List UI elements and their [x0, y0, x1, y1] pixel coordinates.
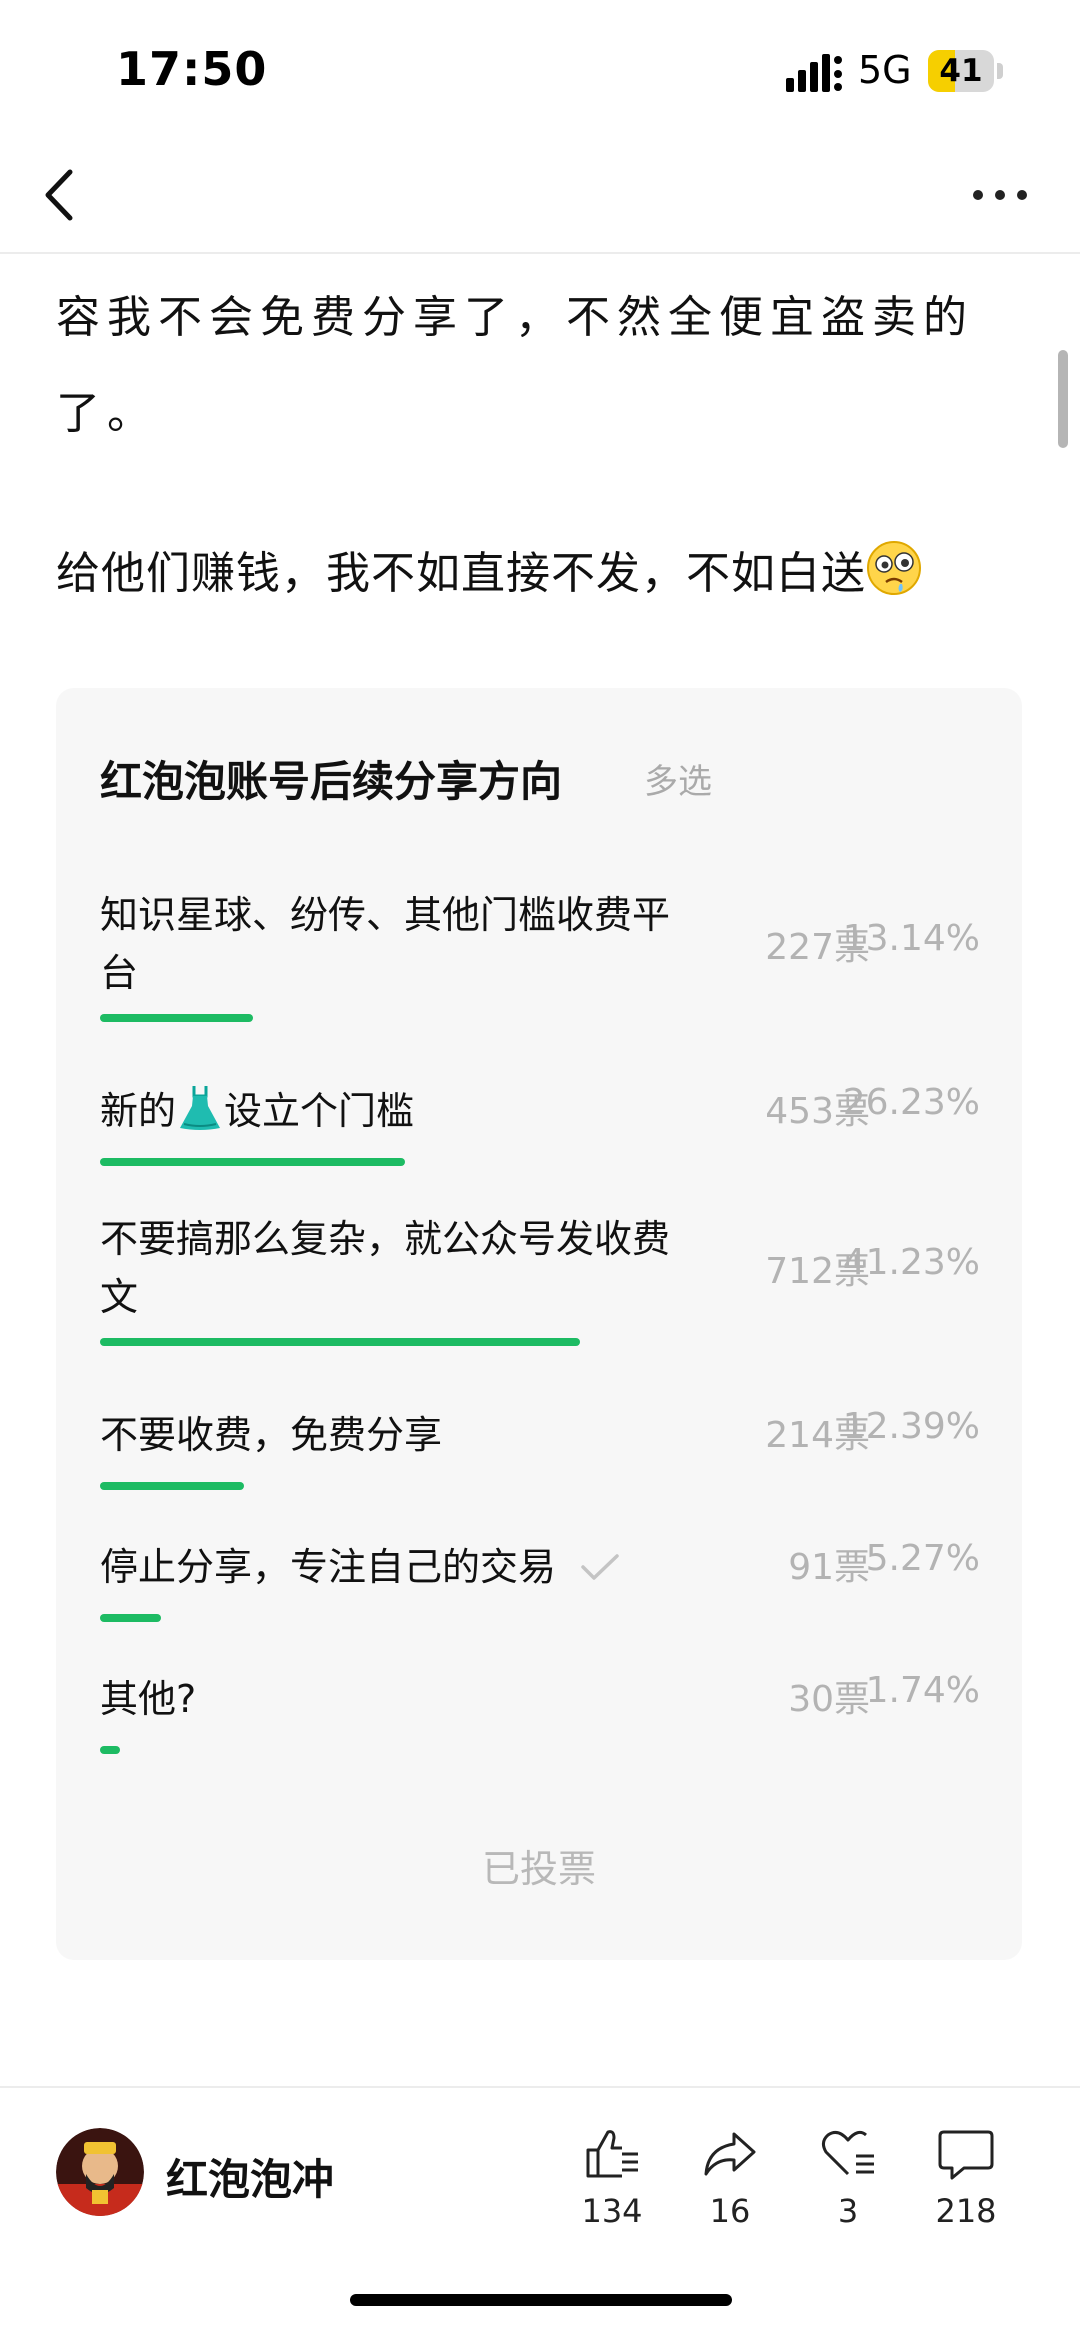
home-indicator[interactable] — [350, 2294, 732, 2306]
poll-option[interactable]: 不要收费，免费分享 214票 12.39% — [100, 1406, 980, 1490]
poll-option-label: 停止分享，专注自己的交易 — [100, 1538, 690, 1596]
poll-option-label: 其他? — [100, 1677, 197, 1721]
poll-option-label: 知识星球、纷传、其他门槛收费平台 — [100, 893, 671, 995]
comment-count: 218 — [935, 2192, 997, 2230]
check-icon — [581, 1554, 619, 1580]
article-paragraph: 给他们赚钱，我不如直接不发，不如白送 — [56, 526, 1026, 622]
battery-icon: 41 — [928, 50, 1006, 92]
poll-option-bar — [100, 1746, 120, 1754]
poll-option-percent: 13.14% — [842, 918, 980, 959]
poll-mode-label: 多选 — [644, 762, 712, 802]
avatar[interactable] — [56, 2128, 144, 2216]
poll-option-label: 不要收费，免费分享 — [100, 1413, 443, 1457]
ellipsis-icon[interactable] — [968, 170, 1032, 220]
poll-option-percent: 12.39% — [842, 1406, 980, 1447]
status-time: 17:50 — [116, 42, 268, 96]
network-type: 5G — [858, 48, 912, 92]
poll-option-label-start: 新的 — [100, 1089, 177, 1133]
battery-level: 41 — [939, 53, 983, 89]
favorite-count: 3 — [837, 2192, 859, 2230]
poll-option-votes: 91票 — [788, 1547, 870, 1588]
poll-option[interactable]: 其他? 30票 1.74% — [100, 1670, 980, 1754]
poll-option-bar — [100, 1614, 161, 1622]
author-name[interactable]: 红泡泡冲 — [166, 2146, 334, 2207]
poll-option[interactable]: 停止分享，专注自己的交易 91票 5.27% — [100, 1538, 980, 1622]
poll-voted-status: 已投票 — [481, 1847, 596, 1891]
poll-option-bar — [100, 1338, 580, 1346]
poll-option-percent: 5.27% — [865, 1538, 980, 1579]
poll-option-label: 不要搞那么复杂，就公众号发收费文 — [100, 1217, 671, 1319]
poll-option-label-end: 设立个门槛 — [224, 1089, 415, 1133]
poll-option-bar — [100, 1158, 405, 1166]
poll-option-percent: 26.23% — [842, 1082, 980, 1123]
like-button[interactable]: 134 — [562, 2126, 662, 2230]
thumbs-up-icon — [586, 2130, 638, 2178]
heart-icon — [821, 2130, 874, 2176]
share-count: 16 — [709, 2192, 751, 2230]
poll-option-percent: 41.23% — [842, 1242, 980, 1283]
article-paragraph: 容我不会免费分享了，不然全便宜盗卖的了。 — [56, 292, 974, 439]
poll-option-percent: 1.74% — [865, 1670, 980, 1711]
poll-option-votes: 30票 — [788, 1679, 870, 1720]
comment-button[interactable]: 218 — [916, 2126, 1016, 2230]
poll-option-label: 新的 设立个门槛 — [100, 1082, 690, 1140]
chevron-left-icon[interactable] — [34, 160, 94, 230]
woozy-face-emoji — [867, 541, 921, 595]
share-arrow-icon — [704, 2132, 756, 2176]
poll-option-bar — [100, 1014, 253, 1022]
article-paragraph-text: 给他们赚钱，我不如直接不发，不如白送 — [56, 548, 866, 599]
status-bar: 17:50 5G 41 — [0, 0, 1080, 140]
poll-option[interactable]: 新的 设立个门槛 453票 26.23% — [100, 1082, 980, 1166]
poll-option[interactable]: 知识星球、纷传、其他门槛收费平台 227票 13.14% — [100, 886, 980, 1022]
poll-option[interactable]: 不要搞那么复杂，就公众号发收费文 712票 41.23% — [100, 1210, 980, 1346]
comment-bubble-icon — [938, 2130, 994, 2180]
share-button[interactable]: 16 — [680, 2126, 780, 2230]
poll-title: 红泡泡账号后续分享方向 — [100, 757, 563, 806]
poll-option-label-text: 停止分享，专注自己的交易 — [100, 1545, 557, 1589]
nav-bar — [0, 140, 1080, 254]
scrollbar-thumb[interactable] — [1058, 350, 1068, 448]
favorite-button[interactable]: 3 — [798, 2126, 898, 2230]
poll-card: 红泡泡账号后续分享方向 多选 知识星球、纷传、其他门槛收费平台 227票 13.… — [56, 688, 1022, 1960]
signal-icon — [786, 54, 842, 92]
dress-icon — [180, 1086, 221, 1130]
poll-option-bar — [100, 1482, 244, 1490]
like-count: 134 — [581, 2192, 643, 2230]
